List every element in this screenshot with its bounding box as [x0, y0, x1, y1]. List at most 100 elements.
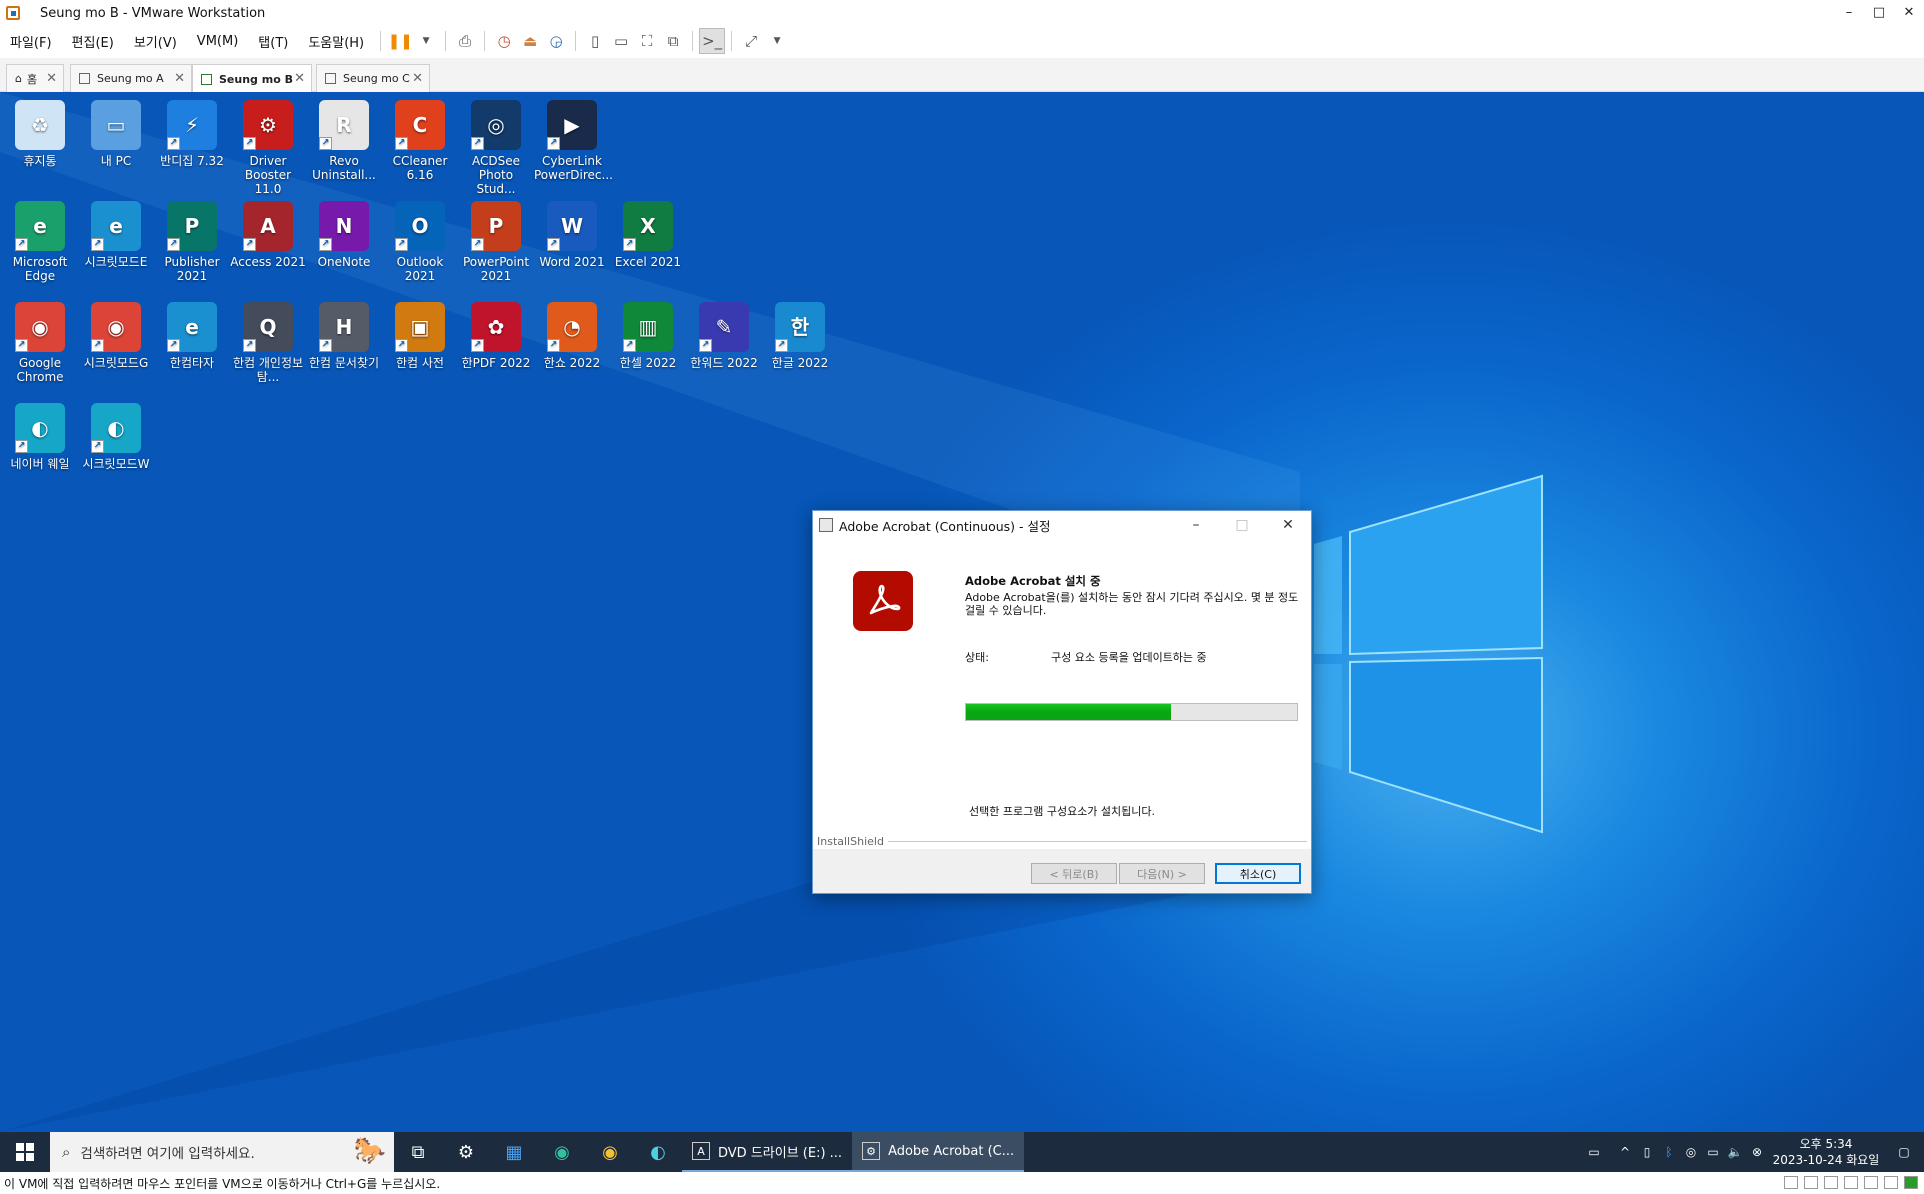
usb-icon[interactable]: ▯: [1636, 1145, 1658, 1159]
minimize-button[interactable]: –: [1834, 0, 1864, 24]
desktop-icon[interactable]: ▣ ↗ 한컴 사전: [382, 302, 458, 370]
sidebar-icon[interactable]: ▯: [582, 28, 608, 54]
desktop-icon[interactable]: e ↗ Microsoft Edge: [2, 201, 78, 283]
send-ctrl-alt-del-icon[interactable]: ⎙: [452, 28, 478, 54]
close-icon[interactable]: ✕: [294, 71, 305, 86]
desktop-icon[interactable]: ▶ ↗ CyberLink PowerDirec...: [534, 100, 613, 182]
desktop-icon[interactable]: C ↗ CCleaner 6.16: [382, 100, 458, 182]
chevron-down-icon[interactable]: ▼: [764, 28, 790, 54]
dialog-titlebar[interactable]: Adobe Acrobat (Continuous) - 설정 – □ ✕: [813, 511, 1311, 539]
hdd-icon[interactable]: [1784, 1176, 1798, 1189]
desktop-icon[interactable]: ◔ ↗ 한쇼 2022: [534, 302, 610, 370]
settings-icon[interactable]: ⚙: [442, 1132, 490, 1172]
desktop-icon[interactable]: ◉ ↗ Google Chrome: [2, 302, 78, 384]
vm-desktop[interactable]: ♻ 휴지통 ▭ 내 PC ⚡ ↗ 반디집 7.32 ⚙ ↗ Driver Booster 11.0…: [0, 92, 1924, 1132]
taskbar-app-acrobat[interactable]: ⚙ Adobe Acrobat (C...: [852, 1132, 1025, 1172]
display-icon[interactable]: [1884, 1176, 1898, 1189]
desktop-icon[interactable]: Q ↗ 한컴 개인정보탐...: [230, 302, 306, 384]
desktop-icon[interactable]: ♻ 휴지통: [2, 100, 78, 168]
taskbar-app-dvd[interactable]: A DVD 드라이브 (E:) ...: [682, 1132, 853, 1172]
desktop-icon[interactable]: ◎ ↗ ACDSee Photo Stud...: [458, 100, 534, 196]
desktop-icon[interactable]: e ↗ 시크릿모드E: [78, 201, 154, 269]
status-value: 구성 요소 등록을 업데이트하는 중: [1051, 651, 1207, 664]
taskbar-search[interactable]: ⌕ 검색하려면 여기에 입력하세요. 🐎: [50, 1132, 394, 1172]
sound-icon[interactable]: [1864, 1176, 1878, 1189]
network-adapter-icon[interactable]: [1824, 1176, 1838, 1189]
desktop-icon[interactable]: R ↗ Revo Uninstall...: [306, 100, 382, 182]
close-icon[interactable]: ✕: [174, 71, 185, 86]
store-icon[interactable]: ▦: [490, 1132, 538, 1172]
revert-snapshot-icon[interactable]: ⏏: [517, 28, 543, 54]
cd-icon[interactable]: [1804, 1176, 1818, 1189]
bluetooth-icon[interactable]: ᛒ: [1658, 1145, 1680, 1159]
desktop-icon[interactable]: N ↗ OneNote: [306, 201, 382, 269]
stretch-icon[interactable]: ⤢: [738, 28, 764, 54]
clock[interactable]: 오후 5:34 2023-10-24 화요일: [1768, 1136, 1884, 1168]
desktop-icon[interactable]: ◐ ↗ 네이버 웨일: [2, 403, 78, 471]
app-icon: ◐ ↗: [91, 403, 141, 453]
notification-icon[interactable]: ▢: [1884, 1145, 1924, 1159]
tab-seung-mo-c[interactable]: Seung mo C ✕: [316, 64, 430, 92]
chrome-icon[interactable]: ◉: [586, 1132, 634, 1172]
fullscreen-icon[interactable]: ⛶: [634, 28, 660, 54]
camera-icon[interactable]: ◎: [1680, 1145, 1702, 1159]
edge-icon[interactable]: ◉: [538, 1132, 586, 1172]
desktop-icon[interactable]: ✿ ↗ 한PDF 2022: [458, 302, 534, 370]
whale-icon[interactable]: ◐: [634, 1132, 682, 1172]
start-button[interactable]: [0, 1132, 50, 1172]
app-icon: N ↗: [319, 201, 369, 251]
dialog-minimize-button[interactable]: –: [1173, 511, 1219, 539]
cancel-button[interactable]: 취소(C): [1215, 863, 1301, 884]
network-icon[interactable]: ▭: [1702, 1145, 1724, 1159]
close-button[interactable]: ✕: [1894, 0, 1924, 24]
menu-edit[interactable]: 편집(E): [62, 32, 124, 51]
snapshot-manager-icon[interactable]: ◶: [543, 28, 569, 54]
dialog-close-button[interactable]: ✕: [1265, 511, 1311, 539]
menu-vm[interactable]: VM(M): [187, 34, 248, 49]
message-icon[interactable]: [1904, 1176, 1918, 1189]
unity-icon[interactable]: ⧉: [660, 28, 686, 54]
desktop-icon[interactable]: W ↗ Word 2021: [534, 201, 610, 269]
desktop-icon[interactable]: ▥ ↗ 한셀 2022: [610, 302, 686, 370]
desktop-icon[interactable]: e ↗ 한컴타자: [154, 302, 230, 370]
desktop-icon[interactable]: ▭ 내 PC: [78, 100, 154, 168]
keyboard-icon[interactable]: ▭: [1574, 1145, 1614, 1159]
snapshot-icon[interactable]: ◷: [491, 28, 517, 54]
desktop-icon[interactable]: P ↗ PowerPoint 2021: [458, 201, 534, 283]
pause-icon[interactable]: ❚❚: [387, 28, 413, 54]
acrobat-setup-dialog[interactable]: Adobe Acrobat (Continuous) - 설정 – □ ✕ Ad…: [812, 510, 1312, 894]
menu-help[interactable]: 도움말(H): [298, 32, 374, 51]
desktop-icon[interactable]: ◉ ↗ 시크릿모드G: [78, 302, 154, 370]
status-x-icon[interactable]: ⊗: [1746, 1145, 1768, 1159]
usb-device-icon[interactable]: [1844, 1176, 1858, 1189]
desktop-icon[interactable]: P ↗ Publisher 2021: [154, 201, 230, 283]
acrobat-app-icon: A: [692, 1142, 710, 1160]
thumbnail-icon[interactable]: ▭: [608, 28, 634, 54]
volume-icon[interactable]: 🔈: [1724, 1145, 1746, 1159]
desktop-icon[interactable]: ⚡ ↗ 반디집 7.32: [154, 100, 230, 168]
chevron-up-icon[interactable]: ^: [1614, 1145, 1636, 1159]
maximize-button[interactable]: □: [1864, 0, 1894, 24]
menu-file[interactable]: 파일(F): [0, 32, 62, 51]
shortcut-arrow-icon: ↗: [319, 339, 332, 352]
console-icon[interactable]: >_: [699, 28, 726, 54]
tab-home[interactable]: ⌂ 홈 ✕: [6, 64, 64, 92]
menu-view[interactable]: 보기(V): [124, 32, 187, 51]
close-icon[interactable]: ✕: [412, 71, 423, 86]
desktop-icon[interactable]: ⚙ ↗ Driver Booster 11.0: [230, 100, 306, 196]
desktop-icon-label: 한쇼 2022: [543, 356, 601, 370]
task-view-icon[interactable]: ⧉: [394, 1132, 442, 1172]
menu-tabs[interactable]: 탭(T): [248, 32, 298, 51]
chevron-down-icon[interactable]: ▼: [413, 28, 439, 54]
desktop-icon[interactable]: ✎ ↗ 한워드 2022: [686, 302, 762, 370]
tab-seung-mo-a[interactable]: Seung mo A ✕: [70, 64, 192, 92]
desktop-icon[interactable]: O ↗ Outlook 2021: [382, 201, 458, 283]
desktop-icon[interactable]: 한 ↗ 한글 2022: [762, 302, 838, 370]
desktop-icon[interactable]: X ↗ Excel 2021: [610, 201, 686, 269]
desktop-icon[interactable]: ◐ ↗ 시크릿모드W: [78, 403, 154, 471]
desktop-icon[interactable]: H ↗ 한컴 문서찾기: [306, 302, 382, 370]
app-icon: X ↗: [623, 201, 673, 251]
tab-seung-mo-b[interactable]: Seung mo B ✕: [192, 64, 312, 93]
desktop-icon[interactable]: A ↗ Access 2021: [230, 201, 306, 269]
close-icon[interactable]: ✕: [46, 71, 57, 86]
